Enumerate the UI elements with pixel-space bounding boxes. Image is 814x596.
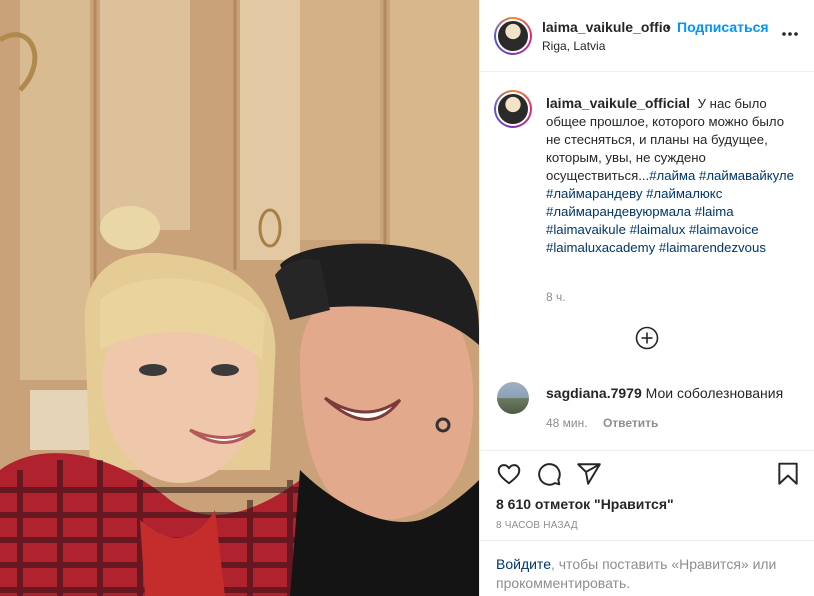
caption-avatar[interactable]	[494, 90, 532, 128]
commenter-username[interactable]: sagdiana.7979	[546, 385, 642, 401]
author-username[interactable]: laima_vaikule_offic	[542, 19, 670, 35]
post-photo[interactable]	[0, 0, 479, 596]
heart-icon[interactable]	[496, 461, 522, 487]
hashtag-link[interactable]: #лаймавайкуле	[699, 168, 794, 183]
comment-meta: 48 мин. Ответить	[546, 416, 658, 430]
login-text: Войдите, чтобы поставить «Нравится» или …	[496, 555, 796, 593]
share-icon[interactable]	[576, 461, 602, 487]
comments-section: laima_vaikule_official У нас было общее …	[480, 72, 814, 450]
post-panel: laima_vaikule_offic • Подписаться Riga, …	[479, 0, 814, 596]
caption-timestamp[interactable]: 8 ч.	[546, 290, 566, 304]
reply-button[interactable]: Ответить	[603, 416, 658, 430]
separator-dot: •	[666, 19, 671, 35]
comment-timestamp[interactable]: 48 мин.	[546, 416, 588, 430]
instagram-post: laima_vaikule_offic • Подписаться Riga, …	[0, 0, 814, 596]
hashtag-link[interactable]: #лаймарандевуюрмала	[546, 204, 691, 219]
hashtag-link[interactable]: #laima	[695, 204, 734, 219]
hashtag-link[interactable]: #laimarendezvous	[659, 240, 766, 255]
hashtag-link[interactable]: #laimavoice	[689, 222, 759, 237]
more-horizontal-icon[interactable]	[781, 26, 799, 37]
avatar-image	[496, 92, 530, 126]
caption-username[interactable]: laima_vaikule_official	[546, 95, 690, 111]
login-link[interactable]: Войдите	[496, 556, 551, 572]
post-header: laima_vaikule_offic • Подписаться Riga, …	[480, 0, 814, 72]
follow-button[interactable]: Подписаться	[677, 19, 769, 35]
hashtag-link[interactable]: #лаймалюкс	[646, 186, 722, 201]
hashtag-link[interactable]: #laimalux	[630, 222, 686, 237]
plus-circle-icon[interactable]	[635, 326, 659, 350]
hashtag-link[interactable]: #laimavaikule	[546, 222, 626, 237]
comment-body: sagdiana.7979 Мои соболезнования	[546, 385, 783, 401]
author-avatar[interactable]	[494, 17, 532, 55]
hashtag-link[interactable]: #лайма	[649, 168, 695, 183]
comment-text: Мои соболезнования	[645, 385, 784, 401]
hashtag-link[interactable]: #лаймарандеву	[546, 186, 642, 201]
avatar-image	[496, 19, 530, 53]
bookmark-icon[interactable]	[775, 461, 801, 487]
hashtag-link[interactable]: #laimaluxacademy	[546, 240, 655, 255]
comment-icon[interactable]	[536, 461, 562, 487]
post-date[interactable]: 8 ЧАСОВ НАЗАД	[496, 520, 578, 531]
photo-illustration	[0, 0, 479, 596]
commenter-avatar[interactable]	[497, 382, 529, 414]
post-caption: laima_vaikule_official У нас было общее …	[546, 94, 801, 257]
location-link[interactable]: Riga, Latvia	[542, 39, 605, 53]
login-prompt: Войдите, чтобы поставить «Нравится» или …	[480, 540, 814, 596]
likes-count[interactable]: 8 610 отметок "Нравится"	[496, 496, 674, 512]
